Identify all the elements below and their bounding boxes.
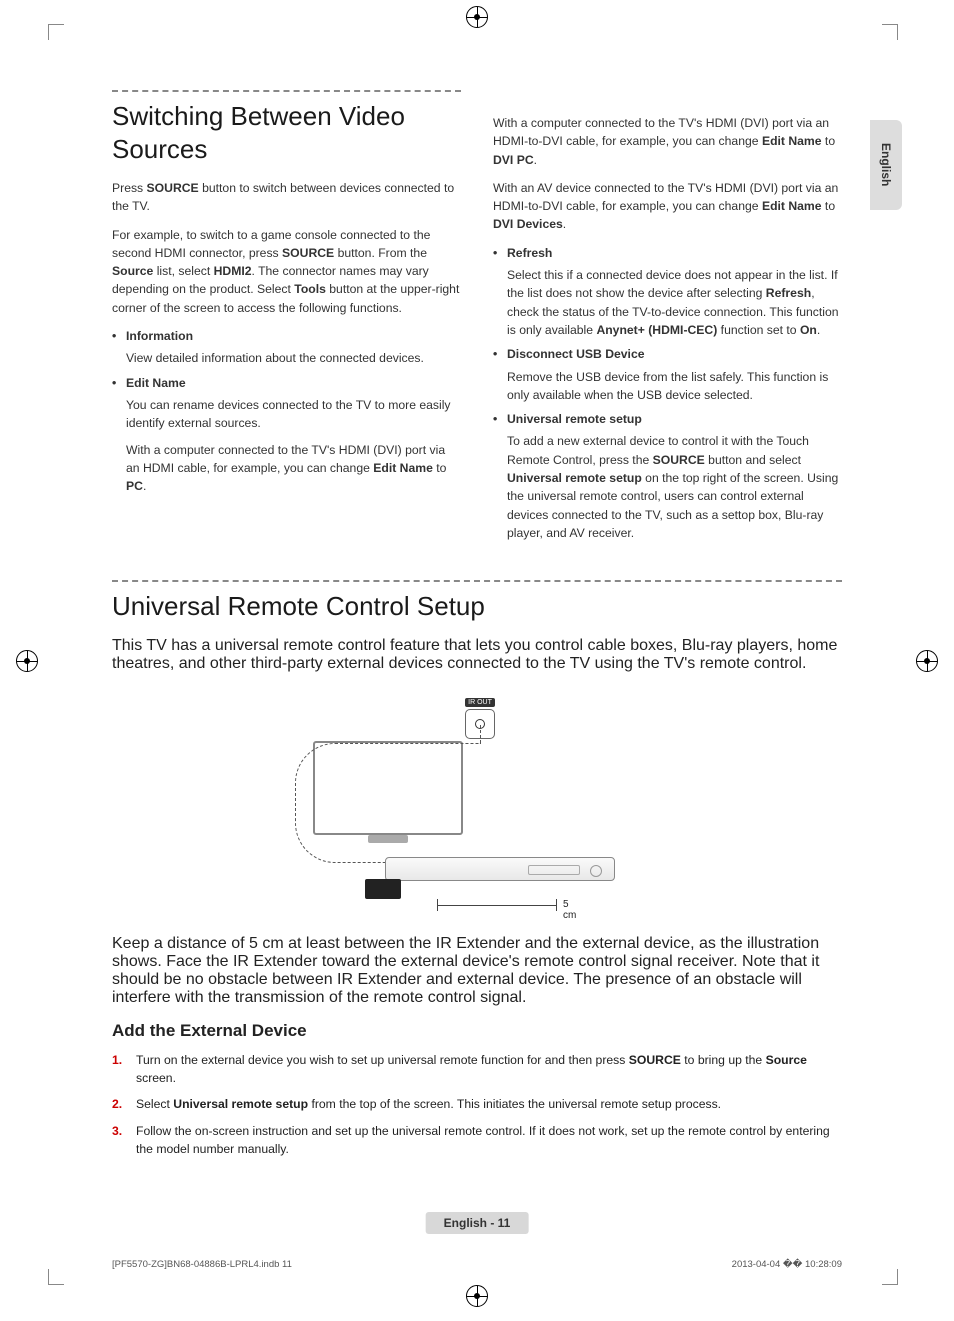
text: . <box>563 217 566 231</box>
anynet-label: Anynet+ (HDMI-CEC) <box>596 323 717 337</box>
heading-add-external-device: Add the External Device <box>112 1021 842 1041</box>
external-device-icon <box>385 857 615 881</box>
text: Follow the on-screen instruction and set… <box>136 1124 830 1156</box>
source-list-label: Source <box>112 264 153 278</box>
source-button-label: SOURCE <box>629 1053 681 1067</box>
text: function set to <box>717 323 800 337</box>
bullet-desc: View detailed information about the conn… <box>126 349 461 367</box>
bullet-universal-remote: Universal remote setup To add a new exte… <box>493 410 842 542</box>
hdmi2-label: HDMI2 <box>214 264 252 278</box>
registration-mark-icon <box>466 6 488 28</box>
paragraph: Press SOURCE button to switch between de… <box>112 179 461 216</box>
ir-extender-icon <box>365 879 401 899</box>
paragraph: This TV has a universal remote control f… <box>112 637 842 673</box>
distance-indicator: 5 cm <box>437 899 557 913</box>
connection-diagram: IR OUT 5 cm <box>277 687 677 917</box>
text: You can rename devices connected to the … <box>126 396 461 433</box>
footer-file: [PF5570-ZG]BN68-04886B-LPRL4.indb 11 <box>112 1259 292 1270</box>
edit-name-label: Edit Name <box>762 134 822 148</box>
text: to bring up the <box>681 1053 766 1067</box>
bullet-refresh: Refresh Select this if a connected devic… <box>493 244 842 339</box>
text: list, select <box>153 264 213 278</box>
text: from the top of the screen. This initiat… <box>308 1097 721 1111</box>
paragraph: Keep a distance of 5 cm at least between… <box>112 935 842 1007</box>
column-left: Switching Between Video Sources Press SO… <box>112 90 461 552</box>
bullet-desc: Select this if a connected device does n… <box>507 266 842 339</box>
text: . <box>817 323 820 337</box>
text: . <box>143 479 146 493</box>
text: button and select <box>705 453 801 467</box>
bullet-disconnect-usb: Disconnect USB Device Remove the USB dev… <box>493 345 842 404</box>
step-3: Follow the on-screen instruction and set… <box>112 1122 842 1159</box>
footer-metadata: [PF5570-ZG]BN68-04886B-LPRL4.indb 11 201… <box>112 1259 842 1270</box>
paragraph: With a computer connected to the TV's HD… <box>493 114 842 169</box>
text: . <box>534 153 537 167</box>
edit-name-label: Edit Name <box>373 461 433 475</box>
bullet-label: Refresh <box>507 246 552 260</box>
bullet-information: Information View detailed information ab… <box>112 327 461 368</box>
text: button. From the <box>334 246 427 260</box>
dvi-pc-label: DVI PC <box>493 153 534 167</box>
cable-icon <box>295 743 481 863</box>
text: to <box>822 199 836 213</box>
bullet-edit-name: Edit Name You can rename devices connect… <box>112 374 461 496</box>
bullet-desc: Remove the USB device from the list safe… <box>507 368 842 405</box>
text: to <box>822 134 836 148</box>
text: Press <box>112 181 147 195</box>
text: to <box>433 461 447 475</box>
universal-remote-setup-label: Universal remote setup <box>507 471 642 485</box>
source-button-label: SOURCE <box>147 181 199 195</box>
bullet-desc: You can rename devices connected to the … <box>126 396 461 495</box>
bullet-label: Information <box>126 329 193 343</box>
registration-mark-icon <box>916 650 938 672</box>
source-screen-label: Source <box>766 1053 807 1067</box>
pc-label: PC <box>126 479 143 493</box>
page-number: English - 11 <box>426 1212 529 1234</box>
refresh-label: Refresh <box>766 286 811 300</box>
step-1: Turn on the external device you wish to … <box>112 1051 842 1088</box>
bullet-label: Disconnect USB Device <box>507 347 645 361</box>
step-2: Select Universal remote setup from the t… <box>112 1095 842 1113</box>
bullet-desc: To add a new external device to control … <box>507 432 842 542</box>
page-content: Switching Between Video Sources Press SO… <box>56 30 898 1290</box>
universal-remote-setup-label: Universal remote setup <box>173 1097 308 1111</box>
dvi-devices-label: DVI Devices <box>493 217 563 231</box>
paragraph: With an AV device connected to the TV's … <box>493 179 842 234</box>
distance-label: 5 cm <box>563 899 576 921</box>
text: Select <box>136 1097 173 1111</box>
paragraph: For example, to switch to a game console… <box>112 226 461 317</box>
heading-switching-sources: Switching Between Video Sources <box>112 90 461 165</box>
source-button-label: SOURCE <box>653 453 705 467</box>
column-right: With a computer connected to the TV's HD… <box>493 90 842 552</box>
bullet-label: Edit Name <box>126 376 186 390</box>
section-universal-remote: Universal Remote Control Setup This TV h… <box>112 580 842 1158</box>
registration-mark-icon <box>16 650 38 672</box>
tools-button-label: Tools <box>294 282 326 296</box>
text: screen. <box>136 1071 176 1085</box>
ir-out-label: IR OUT <box>465 698 495 707</box>
text: Turn on the external device you wish to … <box>136 1053 629 1067</box>
heading-universal-remote: Universal Remote Control Setup <box>112 580 842 623</box>
cable-icon <box>480 725 481 743</box>
edit-name-label: Edit Name <box>762 199 822 213</box>
footer-timestamp: 2013-04-04 �� 10:28:09 <box>732 1259 842 1270</box>
on-label: On <box>800 323 817 337</box>
bullet-label: Universal remote setup <box>507 412 642 426</box>
source-button-label: SOURCE <box>282 246 334 260</box>
